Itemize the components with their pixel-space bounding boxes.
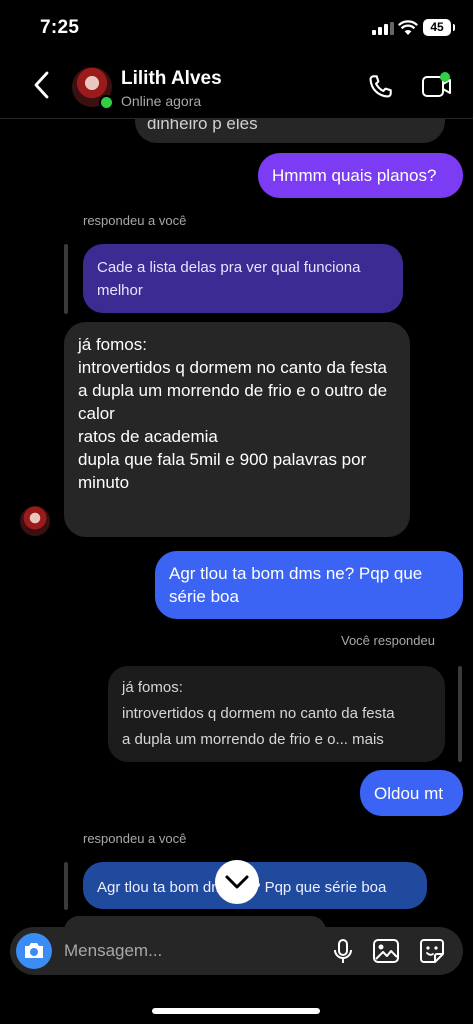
reply-indicator-bar bbox=[64, 244, 68, 314]
back-icon[interactable] bbox=[30, 70, 54, 100]
quoted-line: a dupla um morrendo de frio e o... mais bbox=[122, 731, 384, 748]
wifi-icon bbox=[398, 20, 418, 35]
reply-indicator-bar bbox=[458, 666, 462, 762]
gallery-icon[interactable] bbox=[372, 938, 400, 964]
message-outgoing[interactable]: Agr tlou ta bom dms ne? Pqp que série bo… bbox=[155, 551, 463, 619]
video-call-icon[interactable] bbox=[421, 71, 453, 101]
message-text: Oldou mt bbox=[374, 784, 443, 803]
quoted-message[interactable]: já fomos: introvertidos q dormem no cant… bbox=[108, 666, 445, 762]
online-indicator bbox=[99, 95, 114, 110]
replied-label: respondeu a você bbox=[83, 831, 187, 846]
contact-status: Online agora bbox=[121, 93, 202, 109]
camera-button[interactable] bbox=[16, 933, 52, 969]
quoted-line: já fomos: bbox=[122, 679, 183, 696]
chat-header: Lilith Alves Online agora bbox=[0, 56, 473, 118]
message-incoming-list[interactable]: já fomos: introvertidos q dormem no cant… bbox=[64, 322, 410, 537]
sticker-icon[interactable] bbox=[418, 937, 446, 965]
message-line: ratos de academia bbox=[78, 427, 218, 446]
quoted-line: introvertidos q dormem no canto da festa bbox=[122, 705, 395, 722]
message-line: a dupla um morrendo de frio e o outro de… bbox=[78, 381, 388, 423]
scroll-to-bottom-button[interactable] bbox=[215, 860, 259, 904]
quoted-text: Cade a lista delas pra ver qual funciona… bbox=[97, 259, 361, 299]
message-line: dupla que fala 5mil e 900 palavras por m… bbox=[78, 450, 367, 492]
message-input[interactable]: Mensagem... bbox=[64, 927, 314, 975]
microphone-icon[interactable] bbox=[332, 938, 354, 966]
message-outgoing[interactable]: Oldou mt bbox=[360, 770, 463, 816]
quoted-message[interactable]: Cade a lista delas pra ver qual funciona… bbox=[83, 244, 403, 313]
reply-indicator-bar bbox=[64, 862, 68, 910]
replied-label: respondeu a você bbox=[83, 213, 187, 228]
sender-avatar[interactable] bbox=[20, 506, 50, 536]
status-bar: 7:25 45 bbox=[0, 0, 473, 56]
camera-icon bbox=[25, 943, 43, 958]
message-text: Agr tlou ta bom dms ne? Pqp que série bo… bbox=[169, 564, 423, 606]
status-time: 7:25 bbox=[40, 17, 80, 38]
header-divider bbox=[0, 118, 473, 119]
message-line: já fomos: bbox=[78, 335, 147, 354]
contact-name[interactable]: Lilith Alves bbox=[121, 68, 222, 90]
battery-indicator: 45 bbox=[423, 19, 455, 36]
replied-label: Você respondeu bbox=[341, 633, 435, 648]
phone-icon[interactable] bbox=[366, 73, 394, 101]
message-text: Hmmm quais planos? bbox=[272, 166, 437, 185]
home-indicator bbox=[152, 1008, 320, 1014]
message-composer: Mensagem... bbox=[10, 927, 463, 975]
message-line: introvertidos q dormem no canto da festa bbox=[78, 358, 387, 377]
chevron-down-icon bbox=[225, 875, 249, 889]
message-outgoing[interactable]: Hmmm quais planos? bbox=[258, 153, 463, 198]
cellular-signal-icon bbox=[372, 22, 394, 35]
